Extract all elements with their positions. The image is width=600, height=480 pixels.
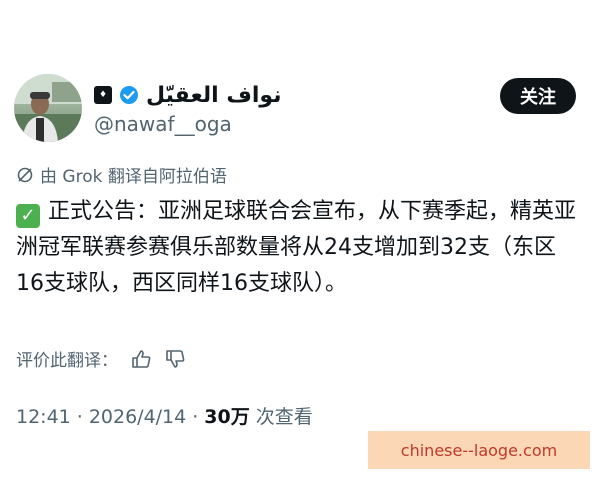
author-display-name[interactable]: نواف العقيّل: [146, 83, 281, 108]
translation-note[interactable]: 由 Grok 翻译自阿拉伯语: [16, 162, 227, 187]
check-mark-icon: ✓: [16, 204, 40, 228]
affiliate-badge-icon: ♦: [94, 86, 112, 104]
translation-note-text: 由 Grok 翻译自阿拉伯语: [40, 167, 227, 187]
follow-button[interactable]: 关注: [500, 78, 576, 114]
tweet-text-content: 正式公告：亚洲足球联合会宣布，从下赛季起，精英亚洲冠军联赛参赛俱乐部数量将从24…: [16, 199, 577, 296]
views-count: 30万: [204, 406, 250, 428]
author-handle[interactable]: @nawaf__oga: [94, 112, 232, 136]
tweet-time[interactable]: 12:41: [16, 406, 71, 428]
tweet-meta: 12:41 · 2026/4/14 · 30万 次查看: [16, 402, 313, 429]
meta-separator: ·: [76, 406, 83, 428]
views-label: 次查看: [255, 406, 313, 428]
thumbs-up-icon[interactable]: [130, 348, 152, 370]
author-name-row: ♦ نواف العقيّل: [94, 80, 281, 110]
rate-translation-row: 评价此翻译：: [16, 346, 186, 371]
verified-icon: [120, 86, 138, 104]
grok-icon: [17, 167, 33, 182]
avatar-photo: [14, 74, 82, 142]
meta-separator: ·: [192, 406, 199, 428]
rate-translation-label: 评价此翻译：: [16, 351, 118, 371]
watermark: chinese--laoge.com: [368, 431, 590, 469]
thumbs-down-icon[interactable]: [164, 348, 186, 370]
tweet-text: ✓ 正式公告：亚洲足球联合会宣布，从下赛季起，精英亚洲冠军联赛参赛俱乐部数量将从2…: [16, 194, 582, 302]
tweet-date[interactable]: 2026/4/14: [89, 406, 186, 428]
avatar[interactable]: [14, 74, 82, 142]
